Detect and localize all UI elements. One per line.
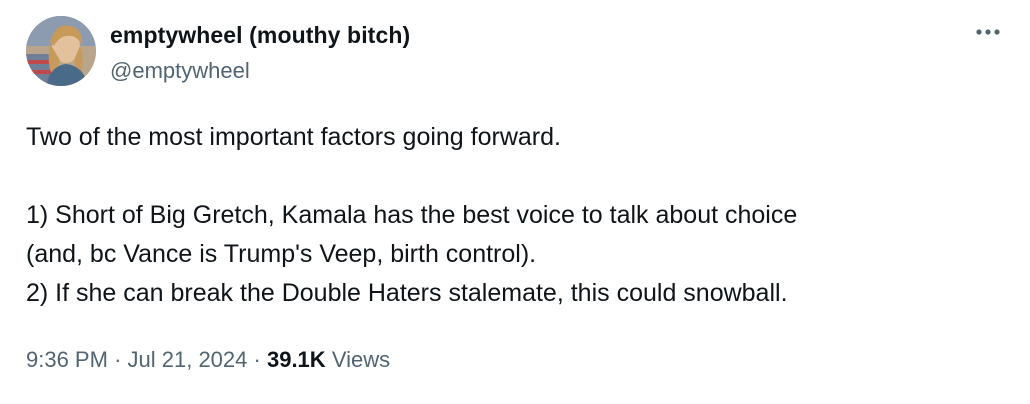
views-count[interactable]: 39.1K [267,347,326,372]
tweet-time[interactable]: 9:36 PM [26,347,108,372]
author-display-name[interactable]: emptywheel (mouthy bitch) [110,22,410,49]
more-horizontal-icon [976,29,1000,35]
tweet-line-blank [26,157,1006,196]
meta-separator: · [114,347,122,372]
profile-photo-icon [26,16,96,86]
views-label[interactable]: Views [332,347,390,372]
tweet-line-4: (and, bc Vance is Trump's Veep, birth co… [26,240,537,268]
tweet-card: emptywheel (mouthy bitch) @emptywheel Tw… [0,0,1030,404]
avatar[interactable] [26,16,96,86]
tweet-meta: 9:36 PM · Jul 21, 2024 · 39.1K Views [26,347,390,373]
tweet-date[interactable]: Jul 21, 2024 [128,347,248,372]
meta-separator: · [253,347,261,372]
tweet-line-5: 2) If she can break the Double Haters st… [26,279,788,307]
more-options-button[interactable] [966,14,1010,50]
tweet-line-1: Two of the most important factors going … [26,123,561,151]
tweet-line-3: 1) Short of Big Gretch, Kamala has the b… [26,201,798,229]
author-handle[interactable]: @emptywheel [110,58,250,84]
tweet-text: Two of the most important factors going … [26,118,1006,313]
